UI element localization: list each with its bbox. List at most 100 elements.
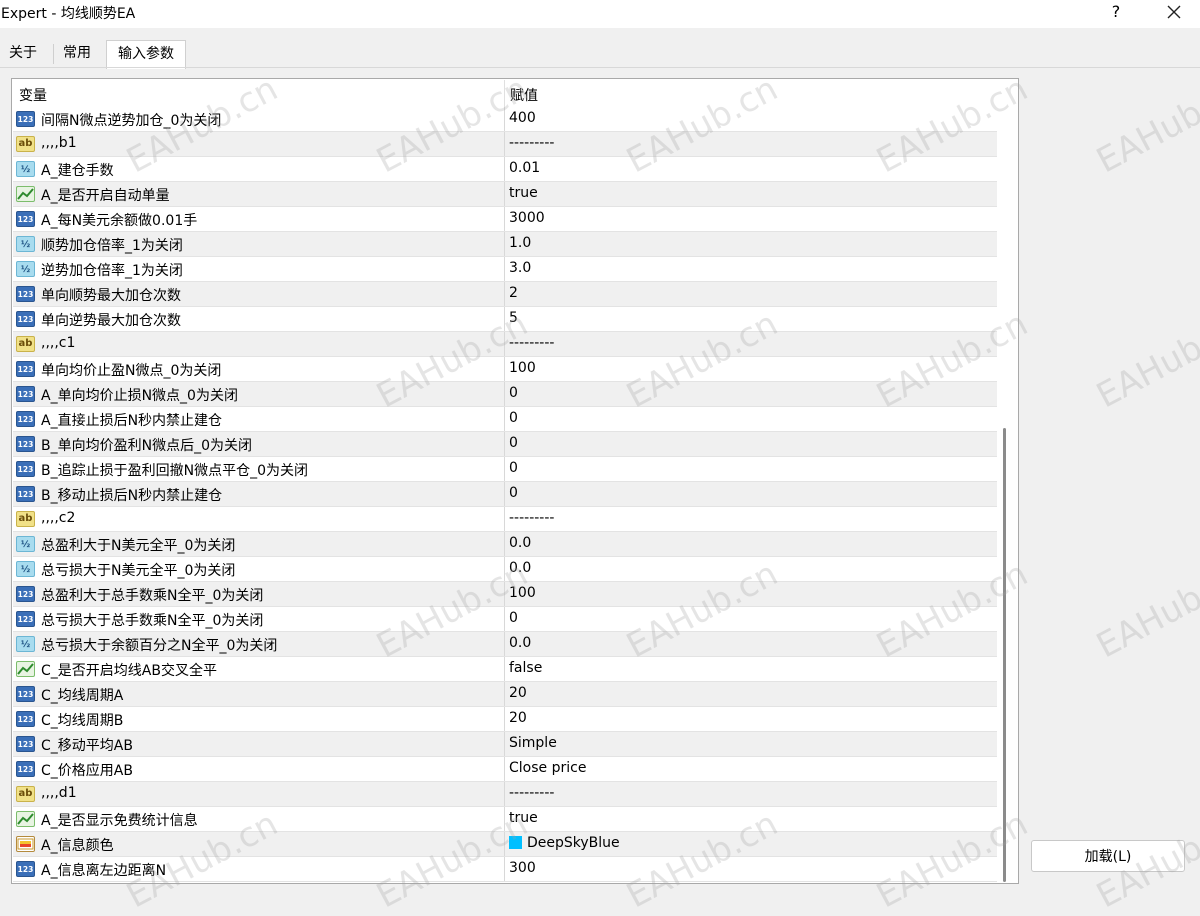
parameter-name: B_追踪止损于盈利回撤N微点平仓_0为关闭 <box>41 463 308 479</box>
parameter-name: A_信息颜色 <box>41 838 114 854</box>
parameter-row[interactable]: ½ 顺势加仓倍率_1为关闭 1.0 <box>13 232 997 257</box>
parameter-row[interactable]: 123 B_追踪止损于盈利回撤N微点平仓_0为关闭 0 <box>13 457 997 482</box>
parameter-value[interactable]: 20 <box>509 685 527 701</box>
parameter-value[interactable]: 300 <box>509 860 536 876</box>
window-title: Expert - 均线顺势EA <box>1 6 136 22</box>
parameter-row[interactable]: C_是否开启均线AB交叉全平 false <box>13 657 997 682</box>
parameter-value[interactable]: true <box>509 810 538 826</box>
column-divider <box>504 782 505 807</box>
column-divider <box>504 382 505 407</box>
tab-inputs[interactable]: 输入参数 <box>106 40 186 69</box>
parameter-name: ,,,,c2 <box>41 510 76 526</box>
tab-common[interactable]: 常用 <box>55 40 99 67</box>
parameter-value[interactable]: 1.0 <box>509 235 531 251</box>
parameter-value[interactable]: 0.0 <box>509 535 531 551</box>
parameter-value[interactable]: 100 <box>509 360 536 376</box>
grid-header: 变量 赋值 <box>13 80 997 108</box>
parameter-row[interactable]: ab ,,,,c2 --------- <box>13 507 997 532</box>
parameter-value[interactable]: 0 <box>509 485 518 501</box>
parameter-value[interactable]: 400 <box>509 110 536 126</box>
parameter-value[interactable]: true <box>509 185 538 201</box>
parameter-name: A_每N美元余额做0.01手 <box>41 213 198 229</box>
parameter-value[interactable]: --------- <box>509 335 554 351</box>
parameter-value[interactable]: 3000 <box>509 210 545 226</box>
string-type-icon: ab <box>16 336 35 352</box>
parameter-row[interactable]: 123 单向均价止盈N微点_0为关闭 100 <box>13 357 997 382</box>
parameter-value[interactable]: 0 <box>509 385 518 401</box>
column-divider <box>504 682 505 707</box>
parameter-value[interactable]: 2 <box>509 285 518 301</box>
parameter-row[interactable]: 123 B_单向均价盈利N微点后_0为关闭 0 <box>13 432 997 457</box>
parameter-row[interactable]: ab ,,,,b1 --------- <box>13 132 997 157</box>
parameter-row[interactable]: 123 间隔N微点逆势加仓_0为关闭 400 <box>13 107 997 132</box>
parameter-row[interactable]: 123 单向逆势最大加仓次数 5 <box>13 307 997 332</box>
parameter-value[interactable]: Simple <box>509 735 557 751</box>
parameter-value[interactable]: 0 <box>509 460 518 476</box>
parameter-row[interactable]: A_信息颜色 DeepSkyBlue <box>13 832 997 857</box>
parameter-value[interactable]: 5 <box>509 310 518 326</box>
parameter-row[interactable]: A_是否显示免费统计信息 true <box>13 807 997 832</box>
parameter-row[interactable]: ab ,,,,c1 --------- <box>13 332 997 357</box>
help-button[interactable]: ? <box>1106 2 1126 24</box>
parameter-row[interactable]: 123 A_信息离左边距离N 300 <box>13 857 997 882</box>
parameter-value[interactable]: --------- <box>509 135 554 151</box>
parameter-row[interactable]: 123 总盈利大于总手数乘N全平_0为关闭 100 <box>13 582 997 607</box>
parameter-name: 总亏损大于总手数乘N全平_0为关闭 <box>41 613 264 629</box>
string-type-icon: ab <box>16 786 35 802</box>
scrollbar-thumb[interactable] <box>1003 428 1006 882</box>
parameter-row[interactable]: ½ A_建仓手数 0.01 <box>13 157 997 182</box>
column-divider <box>504 182 505 207</box>
parameter-value[interactable]: 0 <box>509 410 518 426</box>
parameter-value[interactable]: 0.01 <box>509 160 540 176</box>
parameter-value[interactable]: 20 <box>509 710 527 726</box>
parameter-row[interactable]: ½ 总亏损大于N美元全平_0为关闭 0.0 <box>13 557 997 582</box>
parameter-row[interactable]: 123 C_移动平均AB Simple <box>13 732 997 757</box>
parameter-row[interactable]: 123 总亏损大于总手数乘N全平_0为关闭 0 <box>13 607 997 632</box>
double-type-icon: ½ <box>16 536 35 552</box>
parameter-row[interactable]: 123 A_单向均价止损N微点_0为关闭 0 <box>13 382 997 407</box>
parameter-name: 逆势加仓倍率_1为关闭 <box>41 263 183 279</box>
parameter-value[interactable]: 3.0 <box>509 260 531 276</box>
parameter-value[interactable]: 100 <box>509 585 536 601</box>
parameter-value[interactable]: false <box>509 660 542 676</box>
vertical-scrollbar[interactable] <box>1008 80 1017 882</box>
parameter-row[interactable]: 123 C_均线周期A 20 <box>13 682 997 707</box>
parameter-row[interactable]: 123 B_移动止损后N秒内禁止建仓 0 <box>13 482 997 507</box>
parameter-value[interactable]: --------- <box>509 510 554 526</box>
parameter-name: 单向逆势最大加仓次数 <box>41 313 181 329</box>
parameter-grid[interactable]: 变量 赋值 123 间隔N微点逆势加仓_0为关闭 400 ab ,,,,b1 ------… <box>11 78 1019 884</box>
column-divider <box>504 132 505 157</box>
parameter-row[interactable]: ab ,,,,d1 --------- <box>13 782 997 807</box>
column-divider <box>504 407 505 432</box>
parameter-value[interactable]: 0 <box>509 610 518 626</box>
column-divider <box>504 357 505 382</box>
load-button[interactable]: 加载(L) <box>1031 840 1185 872</box>
parameter-row[interactable]: ½ 总盈利大于N美元全平_0为关闭 0.0 <box>13 532 997 557</box>
column-header-value[interactable]: 赋值 <box>510 85 538 105</box>
parameter-value[interactable]: 0.0 <box>509 560 531 576</box>
parameter-row[interactable]: ½ 逆势加仓倍率_1为关闭 3.0 <box>13 257 997 282</box>
boolean-type-icon <box>16 811 35 827</box>
integer-type-icon: 123 <box>16 286 35 302</box>
watermark-text: EAHub.cn <box>1090 68 1200 182</box>
parameter-name: A_直接止损后N秒内禁止建仓 <box>41 413 223 429</box>
parameter-value[interactable]: DeepSkyBlue <box>509 835 620 851</box>
parameter-row[interactable]: A_是否开启自动单量 true <box>13 182 997 207</box>
close-button[interactable] <box>1160 0 1188 26</box>
tab-about[interactable]: 关于 <box>0 40 46 67</box>
parameter-name: C_均线周期B <box>41 713 124 729</box>
parameter-row[interactable]: 123 A_每N美元余额做0.01手 3000 <box>13 207 997 232</box>
integer-type-icon: 123 <box>16 586 35 602</box>
parameter-value[interactable]: --------- <box>509 785 554 801</box>
parameter-value[interactable]: 0 <box>509 435 518 451</box>
parameter-name: A_信息离左边距离N <box>41 863 167 879</box>
parameter-row[interactable]: 123 C_价格应用AB Close price <box>13 757 997 782</box>
parameter-row[interactable]: 123 C_均线周期B 20 <box>13 707 997 732</box>
parameter-row[interactable]: 123 单向顺势最大加仓次数 2 <box>13 282 997 307</box>
parameter-value[interactable]: Close price <box>509 760 586 776</box>
parameter-row[interactable]: 123 A_直接止损后N秒内禁止建仓 0 <box>13 407 997 432</box>
parameter-row[interactable]: ½ 总亏损大于余额百分之N全平_0为关闭 0.0 <box>13 632 997 657</box>
parameter-value[interactable]: 0.0 <box>509 635 531 651</box>
column-header-variable[interactable]: 变量 <box>19 85 47 105</box>
column-divider <box>504 507 505 532</box>
